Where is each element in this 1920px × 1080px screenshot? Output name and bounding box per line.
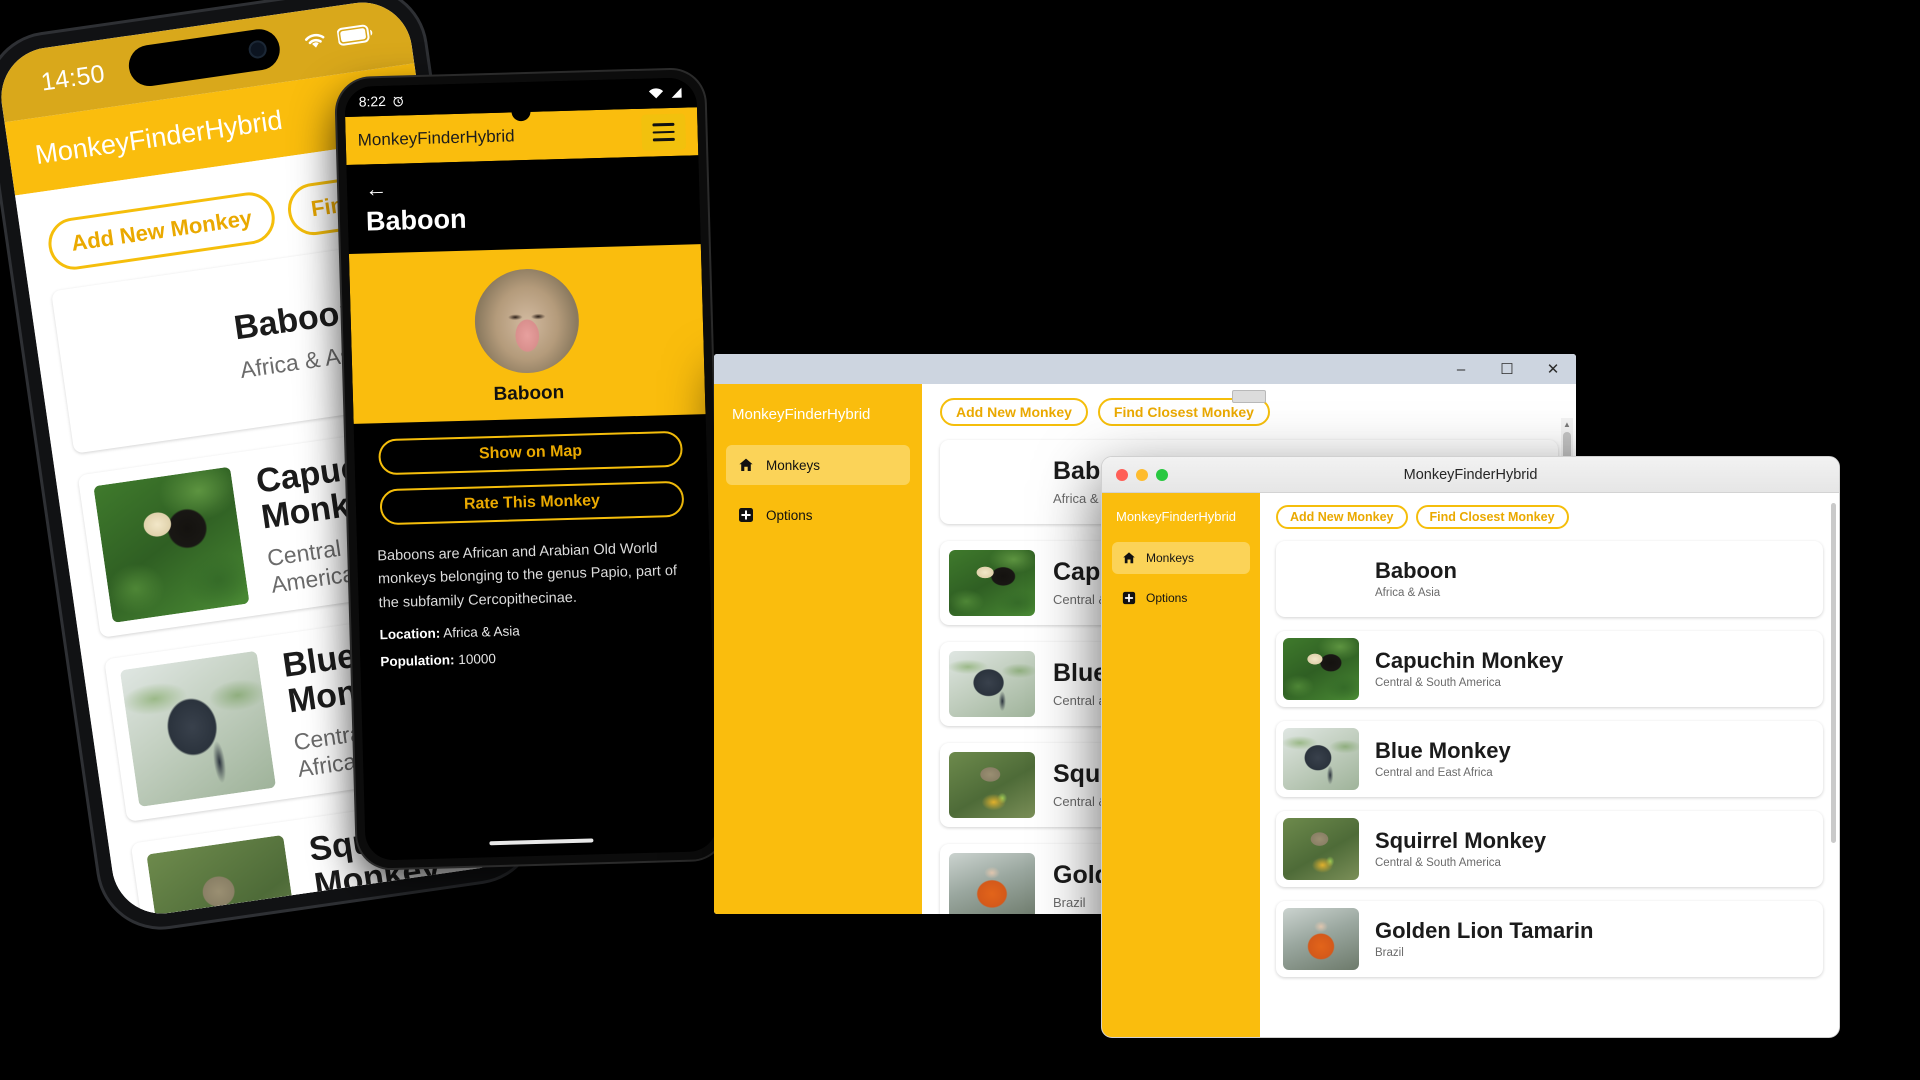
android-detail-hero: Baboon [348, 244, 706, 424]
monkey-list-item[interactable]: Capuchin Monkey Central & South America [1276, 631, 1823, 707]
android-detail-description: Baboons are African and Arabian Old Worl… [377, 540, 678, 612]
home-icon [1122, 551, 1136, 565]
close-icon[interactable]: ✕ [1530, 354, 1576, 384]
population-value: 10000 [458, 651, 497, 668]
population-label: Population: [380, 652, 455, 670]
iphone-dynamic-island [126, 26, 283, 89]
monkey-thumbnail [1283, 728, 1359, 790]
rate-this-monkey-button[interactable]: Rate This Monkey [379, 480, 685, 526]
monkey-text-block: Baboon Africa & Asia [1375, 557, 1457, 600]
mac-action-row: Add New Monkey Find Closest Monkey [1276, 505, 1823, 529]
monkey-thumbnail [949, 651, 1035, 717]
windows-sidebar-brand: MonkeyFinderHybrid [732, 406, 871, 423]
monkey-list-item[interactable]: Squirrel Monkey Central & South America [1276, 811, 1823, 887]
iphone-app-title: MonkeyFinderHybrid [33, 104, 285, 170]
show-on-map-button[interactable]: Show on Map [378, 430, 683, 476]
monkey-thumbnail [1283, 818, 1359, 880]
back-arrow-icon[interactable]: ← [365, 170, 681, 202]
hamburger-icon[interactable] [641, 113, 687, 151]
monkey-thumbnail [949, 752, 1035, 818]
monkey-name: Baboon [1375, 557, 1457, 583]
monkey-thumbnail [1283, 548, 1359, 610]
android-detail-title: Baboon [365, 203, 467, 237]
android-detail-page: ← Baboon Baboon Show on Map Rate This Mo… [346, 155, 713, 671]
windows-title-bar[interactable]: – ☐ ✕ [714, 354, 1576, 384]
windows-sidebar: MonkeyFinderHybrid Monkeys Options [714, 384, 922, 914]
monkey-avatar [473, 267, 581, 375]
scrollbar-thumb[interactable] [1831, 503, 1836, 843]
monkey-text-block: Squirrel Monkey Central & South America [1375, 827, 1547, 870]
plus-square-icon [738, 507, 754, 523]
monkey-thumbnail [1283, 908, 1359, 970]
monkey-location: Africa & Asia [1375, 587, 1441, 600]
mac-shell: MonkeyFinderHybrid Monkeys Options Add N… [1102, 493, 1839, 1037]
sidebar-item-monkeys[interactable]: Monkeys [1112, 542, 1250, 574]
android-status-time: 8:22 [358, 92, 387, 110]
monkey-name: Squirrel Monkey [1375, 827, 1547, 853]
mac-scrollbar[interactable] [1831, 503, 1836, 1027]
android-detail-actions: Show on Map Rate This Monkey [372, 415, 691, 526]
monkey-list-item[interactable]: Baboon Africa & Asia [1276, 541, 1823, 617]
mac-content: Add New Monkey Find Closest Monkey Baboo… [1260, 493, 1839, 1037]
mac-title-bar[interactable]: MonkeyFinderHybrid [1102, 457, 1839, 493]
monkey-list-item[interactable]: Blue Monkey Central and East Africa [1276, 721, 1823, 797]
battery-icon [336, 24, 373, 46]
monkey-text-block: Blue Monkey Central and East Africa [1375, 737, 1511, 780]
iphone-status-icons [300, 22, 375, 52]
mac-app-window: MonkeyFinderHybrid MonkeyFinderHybrid Mo… [1101, 456, 1840, 1038]
monkey-thumbnail [949, 853, 1035, 914]
find-closest-monkey-button[interactable]: Find Closest Monkey [1415, 505, 1569, 529]
location-value: Africa & Asia [443, 623, 521, 641]
home-icon [738, 457, 754, 473]
monkey-list-item[interactable]: Golden Lion Tamarin Brazil [1276, 901, 1823, 977]
android-app-title: MonkeyFinderHybrid [357, 126, 515, 150]
monkey-thumbnail [949, 449, 1035, 515]
android-device-mockup: 8:22 MonkeyFinderHybrid ← Baboon Baboon … [336, 69, 726, 869]
monkey-thumbnail [67, 283, 223, 439]
monkey-thumbnail [93, 466, 250, 623]
monkey-location: Central & South America [1375, 857, 1501, 870]
sidebar-item-label: Options [1146, 591, 1188, 605]
add-new-monkey-button[interactable]: Add New Monkey [940, 398, 1088, 426]
screenshot-stage: 14:50 MonkeyFinderHybrid Add New Monkey … [0, 0, 1920, 1080]
monkey-text-block: Capuchin Monkey Central & South America [1375, 647, 1564, 690]
scroll-up-arrow-icon[interactable]: ▲ [1563, 420, 1571, 429]
android-gesture-bar [489, 838, 594, 846]
monkey-location: Central & South America [1375, 677, 1501, 690]
add-new-monkey-button[interactable]: Add New Monkey [45, 188, 279, 273]
iphone-status-time: 14:50 [39, 59, 107, 97]
sidebar-item-label: Options [766, 507, 813, 523]
wifi-icon [304, 33, 325, 48]
monkey-text-block: Golden Lion Tamarin Brazil [1375, 917, 1594, 960]
add-new-monkey-button[interactable]: Add New Monkey [1276, 505, 1408, 529]
window-drag-handle[interactable] [1232, 390, 1266, 403]
sidebar-item-label: Monkeys [1146, 551, 1195, 565]
monkey-name: Golden Lion Tamarin [1375, 917, 1594, 943]
monkey-location: Central and East Africa [1375, 767, 1493, 780]
sidebar-item-label: Monkeys [766, 457, 821, 473]
mac-monkey-list: Baboon Africa & Asia Capuchin Monkey Centra… [1276, 541, 1823, 977]
monkey-name: Blue Monkey [1375, 737, 1511, 763]
sidebar-item-options[interactable]: Options [1112, 582, 1250, 614]
wifi-icon [648, 88, 664, 99]
maximize-icon[interactable]: ☐ [1484, 354, 1530, 384]
sidebar-item-options[interactable]: Options [726, 495, 910, 535]
minimize-icon[interactable]: – [1438, 354, 1484, 384]
mac-sidebar: MonkeyFinderHybrid Monkeys Options [1102, 493, 1260, 1037]
sidebar-item-monkeys[interactable]: Monkeys [726, 445, 910, 485]
monkey-name: Capuchin Monkey [1375, 647, 1564, 673]
mac-window-title: MonkeyFinderHybrid [1403, 466, 1538, 483]
mac-sidebar-brand: MonkeyFinderHybrid [1116, 509, 1236, 524]
monkey-location: Brazil [1375, 947, 1404, 960]
monkey-thumbnail [119, 650, 277, 808]
monkey-thumbnail [1283, 638, 1359, 700]
android-hero-caption: Baboon [493, 382, 565, 406]
alarm-icon [393, 96, 404, 107]
plus-square-icon [1122, 591, 1136, 605]
location-label: Location: [379, 626, 441, 643]
android-screen: 8:22 MonkeyFinderHybrid ← Baboon Baboon … [344, 77, 718, 861]
signal-icon [671, 87, 682, 98]
monkey-thumbnail [949, 550, 1035, 616]
